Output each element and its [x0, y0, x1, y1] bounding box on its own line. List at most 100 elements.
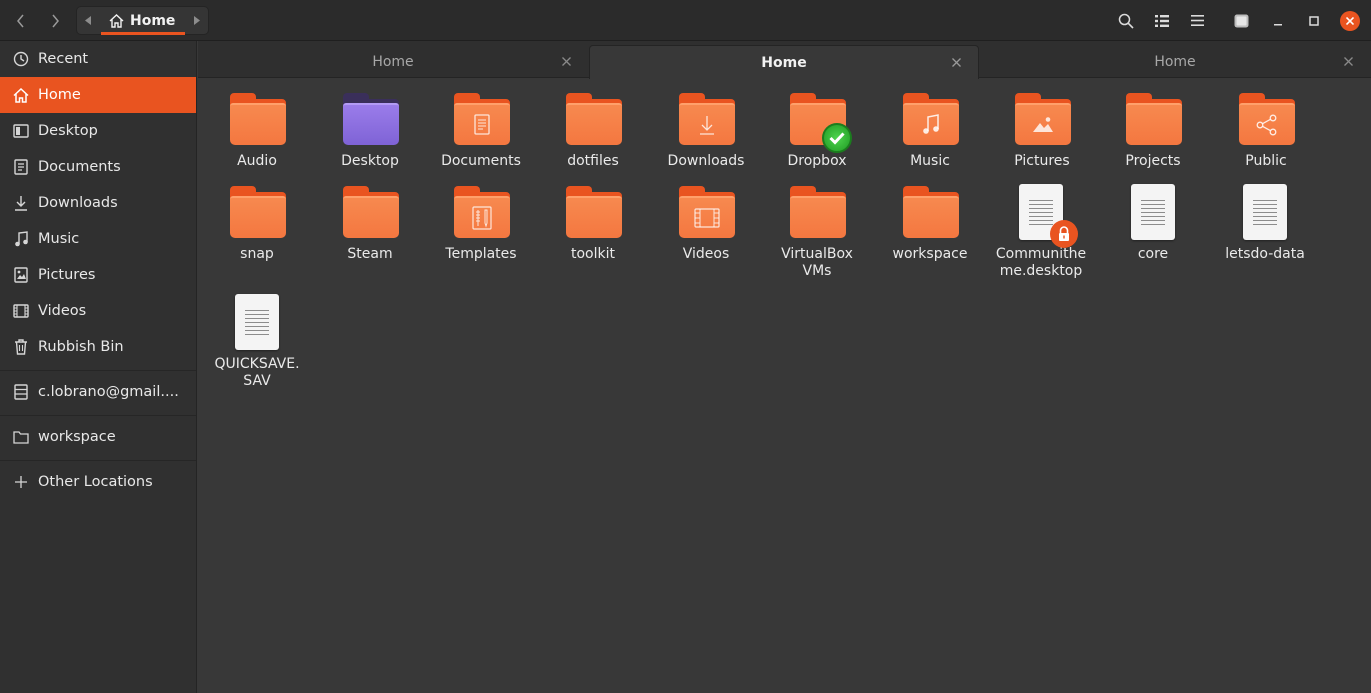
search-button[interactable]: [1111, 6, 1140, 35]
tab-home-1[interactable]: Home: [198, 45, 588, 78]
search-icon: [1118, 13, 1134, 29]
triangle-left-icon: [85, 16, 91, 25]
file-item-virtualbox-vms[interactable]: VirtualBox VMs: [761, 172, 873, 280]
music-note-icon: [923, 114, 939, 134]
file-item-pictures[interactable]: Pictures: [986, 79, 1098, 170]
file-grid: Audio Desktop Documents dotfiles Downloa…: [198, 79, 1371, 693]
file-name: Templates: [445, 246, 517, 262]
sidebar-item-music[interactable]: Music: [0, 221, 196, 257]
sidebar-item-label: Recent: [38, 51, 89, 67]
file-name: Videos: [682, 246, 730, 262]
file-name: snap: [240, 246, 274, 262]
download-icon: [700, 116, 714, 135]
file-name: dotfiles: [567, 153, 619, 169]
download-icon: [12, 194, 30, 212]
sidebar-item-recent[interactable]: Recent: [0, 41, 196, 77]
sidebar-separator: [0, 460, 196, 461]
file-item-workspace[interactable]: workspace: [874, 172, 986, 263]
file-name: Music: [910, 153, 950, 169]
folder-icon: [12, 428, 30, 446]
templates-folder-icon: [452, 184, 510, 242]
music-icon: [12, 230, 30, 248]
desktop-folder-icon: [341, 91, 399, 149]
file-item-downloads[interactable]: Downloads: [650, 79, 762, 170]
lock-badge-icon: [1050, 220, 1078, 248]
list-view-button[interactable]: [1147, 6, 1176, 35]
file-item-toolkit[interactable]: toolkit: [537, 172, 649, 263]
sidebar-separator: [0, 415, 196, 416]
file-item-documents[interactable]: Documents: [425, 79, 537, 170]
file-item-letsdo-data[interactable]: letsdo-data: [1209, 172, 1321, 263]
file-name: Communitheme.desktop: [995, 246, 1087, 279]
close-icon: [951, 57, 961, 67]
folder-icon: [341, 184, 399, 242]
path-scroll-left-button[interactable]: [79, 7, 97, 34]
file-item-templates[interactable]: Templates: [425, 172, 537, 263]
file-item-quicksave-sav[interactable]: QUICKSAVE.SAV: [201, 282, 313, 390]
tab-home-2[interactable]: Home: [589, 45, 979, 79]
main-menu-button[interactable]: [1183, 6, 1212, 35]
file-manager-window: Home Recent Home Desktop Documents Downl…: [0, 0, 1371, 693]
file-item-videos[interactable]: Videos: [650, 172, 762, 263]
folder-icon: [564, 184, 622, 242]
file-name: Steam: [347, 246, 393, 262]
back-button[interactable]: [6, 6, 35, 35]
share-icon: [1256, 114, 1277, 136]
file-item-public[interactable]: Public: [1210, 79, 1322, 170]
forward-button[interactable]: [40, 6, 69, 35]
file-item-desktop[interactable]: Desktop: [314, 79, 426, 170]
film-icon: [694, 208, 720, 228]
sidebar-item-downloads[interactable]: Downloads: [0, 185, 196, 221]
sidebar-item-documents[interactable]: Documents: [0, 149, 196, 185]
sidebar-item-label: Home: [38, 87, 81, 103]
file-item-dotfiles[interactable]: dotfiles: [537, 79, 649, 170]
file-item-music[interactable]: Music: [874, 79, 986, 170]
file-item-audio[interactable]: Audio: [201, 79, 313, 170]
close-tab-button[interactable]: [1340, 53, 1356, 69]
file-name: Pictures: [1014, 153, 1070, 169]
maximize-icon: [1308, 15, 1319, 26]
app-indicator-button[interactable]: [1227, 6, 1256, 35]
document-icon: [474, 114, 490, 135]
file-item-snap[interactable]: snap: [201, 172, 313, 263]
close-icon: [1339, 10, 1360, 31]
sidebar-item-online-account[interactable]: c.lobrano@gmail....: [0, 374, 196, 410]
file-item-steam[interactable]: Steam: [314, 172, 426, 263]
path-home-button[interactable]: Home: [101, 7, 185, 35]
window-app-icon: [1234, 14, 1249, 27]
folder-icon: [788, 184, 846, 242]
close-window-button[interactable]: [1335, 6, 1364, 35]
tab-label: Home: [761, 54, 807, 71]
folder-icon: [228, 184, 286, 242]
sidebar-item-label: Desktop: [38, 123, 98, 139]
sidebar-item-desktop[interactable]: Desktop: [0, 113, 196, 149]
sidebar-item-rubbish-bin[interactable]: Rubbish Bin: [0, 329, 196, 365]
text-file-icon: [1124, 184, 1182, 242]
tab-home-3[interactable]: Home: [980, 45, 1370, 78]
minimize-button[interactable]: [1263, 6, 1292, 35]
maximize-button[interactable]: [1299, 6, 1328, 35]
sidebar-item-other-locations[interactable]: Other Locations: [0, 464, 196, 500]
downloads-folder-icon: [677, 91, 735, 149]
close-tab-button[interactable]: [948, 54, 964, 70]
file-item-core[interactable]: core: [1097, 172, 1209, 263]
close-icon: [561, 56, 571, 66]
pictures-folder-icon: [1013, 91, 1071, 149]
file-name: QUICKSAVE.SAV: [214, 356, 300, 389]
file-item-projects[interactable]: Projects: [1097, 79, 1209, 170]
chevron-left-icon: [16, 14, 24, 27]
folder-icon: [564, 91, 622, 149]
drive-icon: [12, 383, 30, 401]
file-name: VirtualBox VMs: [781, 246, 853, 279]
file-name: Documents: [441, 153, 521, 169]
close-tab-button[interactable]: [558, 53, 574, 69]
sidebar-item-home[interactable]: Home: [0, 77, 196, 113]
file-item-dropbox[interactable]: Dropbox: [761, 79, 873, 170]
plus-icon: [12, 473, 30, 491]
sidebar-item-pictures[interactable]: Pictures: [0, 257, 196, 293]
sidebar-item-label: Music: [38, 231, 80, 247]
file-item-communitheme-desktop[interactable]: Communitheme.desktop: [985, 172, 1097, 280]
sidebar-item-videos[interactable]: Videos: [0, 293, 196, 329]
path-scroll-right-button[interactable]: [188, 7, 206, 34]
sidebar-item-workspace[interactable]: workspace: [0, 419, 196, 455]
